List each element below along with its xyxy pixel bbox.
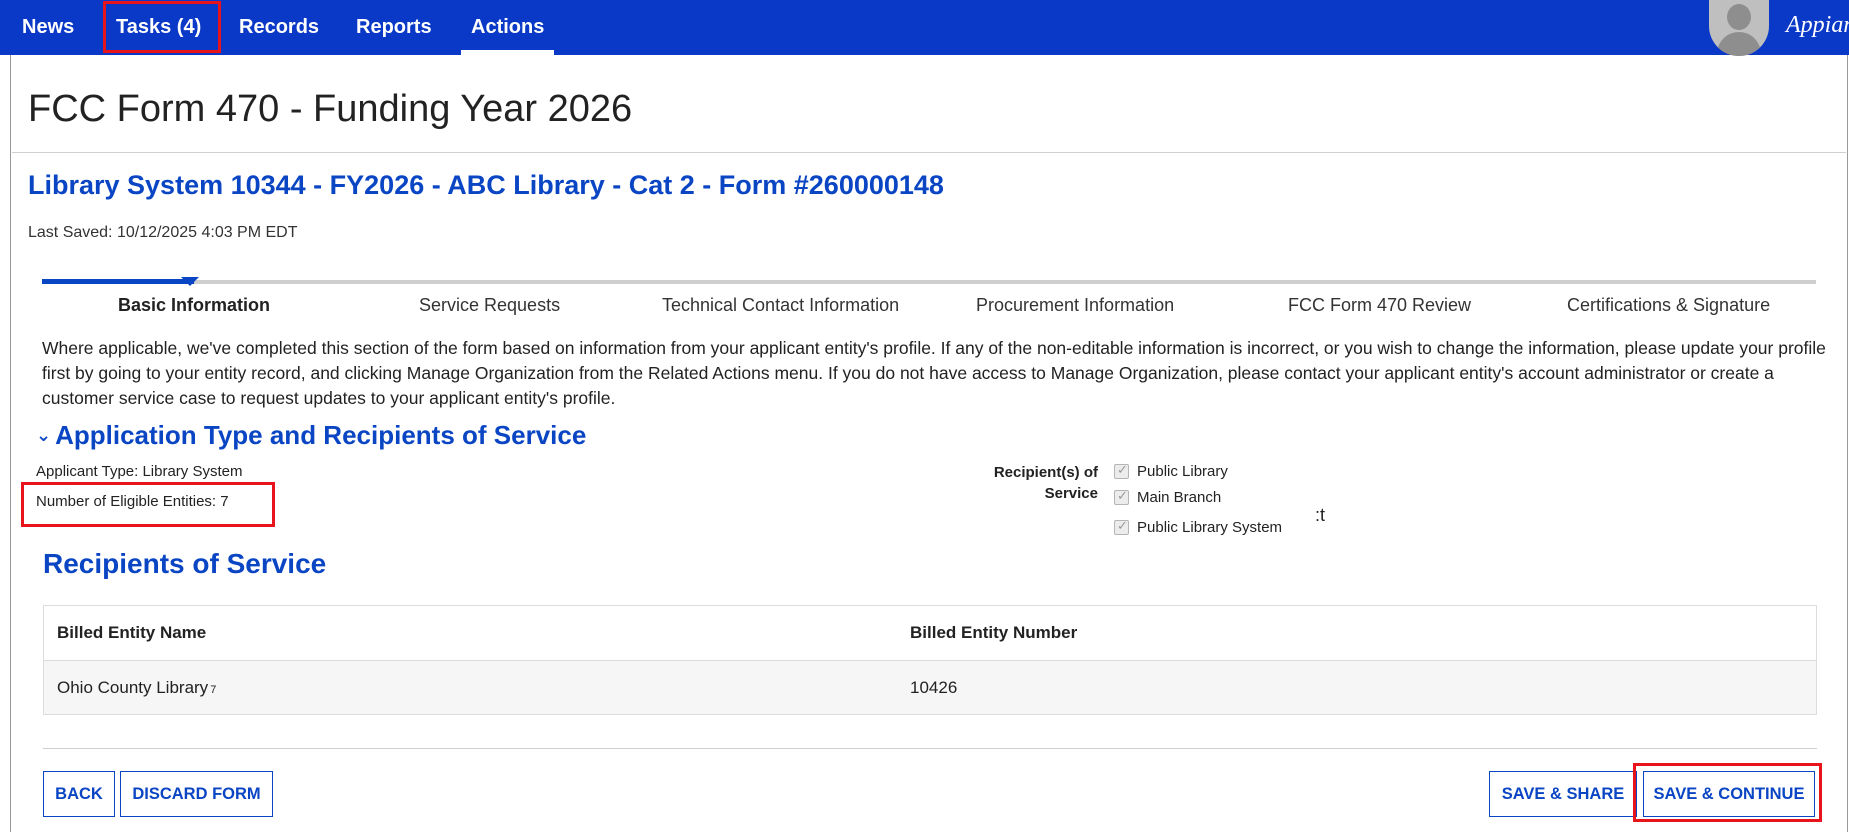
recipient-label: Public Library <box>1137 462 1228 480</box>
billed-entity-name: Ohio County Library <box>57 677 209 697</box>
recipients-of-service-label: Recipient(s) of Service <box>993 464 1098 502</box>
form-subtitle: Library System 10344 - FY2026 - ABC Libr… <box>28 170 944 200</box>
checkbox-checked-icon <box>1114 462 1129 479</box>
table-header-row: Billed Entity Name Billed Entity Number <box>44 606 1816 660</box>
recipients-section-title: Recipients of Service <box>43 548 327 579</box>
last-saved-timestamp: Last Saved: 10/12/2025 4:03 PM EDT <box>28 224 298 241</box>
page-title: FCC Form 470 - Funding Year 2026 <box>28 88 633 130</box>
nav-records[interactable]: Records <box>239 0 319 55</box>
step-technical-contact-information: Technical Contact Information <box>662 295 900 315</box>
progress-track <box>42 280 1816 284</box>
appian-logo: Appian <box>1786 12 1849 38</box>
title-divider <box>12 152 1846 153</box>
column-header-billed-entity-number: Billed Entity Number <box>910 623 1078 642</box>
checkbox-checked-icon <box>1114 518 1129 535</box>
application-section-title: Application Type and Recipients of Servi… <box>55 420 587 450</box>
save-and-share-button[interactable]: SAVE & SHARE <box>1489 771 1637 817</box>
progress-fill <box>42 279 194 284</box>
back-button[interactable]: BACK <box>43 771 115 817</box>
footer-divider <box>43 748 1817 749</box>
current-step-caret-icon <box>181 277 199 286</box>
save-and-continue-button[interactable]: SAVE & CONTINUE <box>1643 771 1815 817</box>
recipients-table: Billed Entity Name Billed Entity Number … <box>43 605 1817 715</box>
step-service-requests: Service Requests <box>419 295 561 315</box>
recipient-label: Main Branch <box>1137 488 1222 506</box>
eligible-entities-count: Number of Eligible Entities: 7 <box>36 493 229 510</box>
avatar-body-shape <box>1717 32 1761 56</box>
nav-reports[interactable]: Reports <box>356 0 432 55</box>
page-frame-right <box>1847 55 1848 832</box>
step-procurement-information: Procurement Information <box>976 295 1175 315</box>
recipient-public-library: Public Library <box>1114 460 1228 482</box>
step-certifications-signature: Certifications & Signature <box>1567 295 1771 315</box>
avatar-head-shape <box>1727 4 1751 30</box>
recipient-label: Public Library System <box>1137 518 1283 536</box>
stray-text: :t <box>1315 505 1326 525</box>
top-navigation-bar: News Tasks (4) Records Reports Actions A… <box>0 0 1849 56</box>
checkbox-checked-icon <box>1114 488 1129 505</box>
page-frame-left <box>10 55 11 832</box>
application-section-header[interactable]: ⌄ Application Type and Recipients of Serv… <box>36 420 586 451</box>
chevron-down-icon: ⌄ <box>36 425 52 445</box>
discard-form-button[interactable]: DISCARD FORM <box>120 771 273 817</box>
recipient-main-branch: Main Branch <box>1114 486 1221 508</box>
applicant-type: Applicant Type: Library System <box>36 463 243 480</box>
recipient-public-library-system: Public Library System <box>1114 516 1282 538</box>
step-fcc-form-470-review: FCC Form 470 Review <box>1288 295 1472 315</box>
nav-news[interactable]: News <box>22 0 74 55</box>
user-avatar[interactable] <box>1709 0 1769 56</box>
table-row: Ohio County Library 7 10426 <box>44 660 1816 714</box>
billed-entity-name-cell: Ohio County Library 7 <box>44 661 897 714</box>
stray-marker: 7 <box>210 683 217 696</box>
billed-entity-number-cell: 10426 <box>910 677 958 697</box>
nav-actions[interactable]: Actions <box>460 0 555 55</box>
column-header-billed-entity-name: Billed Entity Name <box>57 623 207 642</box>
step-basic-information: Basic Information <box>118 295 271 315</box>
intro-paragraph: Where applicable, we've completed this s… <box>42 338 1826 408</box>
nav-tasks[interactable]: Tasks (4) <box>116 0 201 55</box>
